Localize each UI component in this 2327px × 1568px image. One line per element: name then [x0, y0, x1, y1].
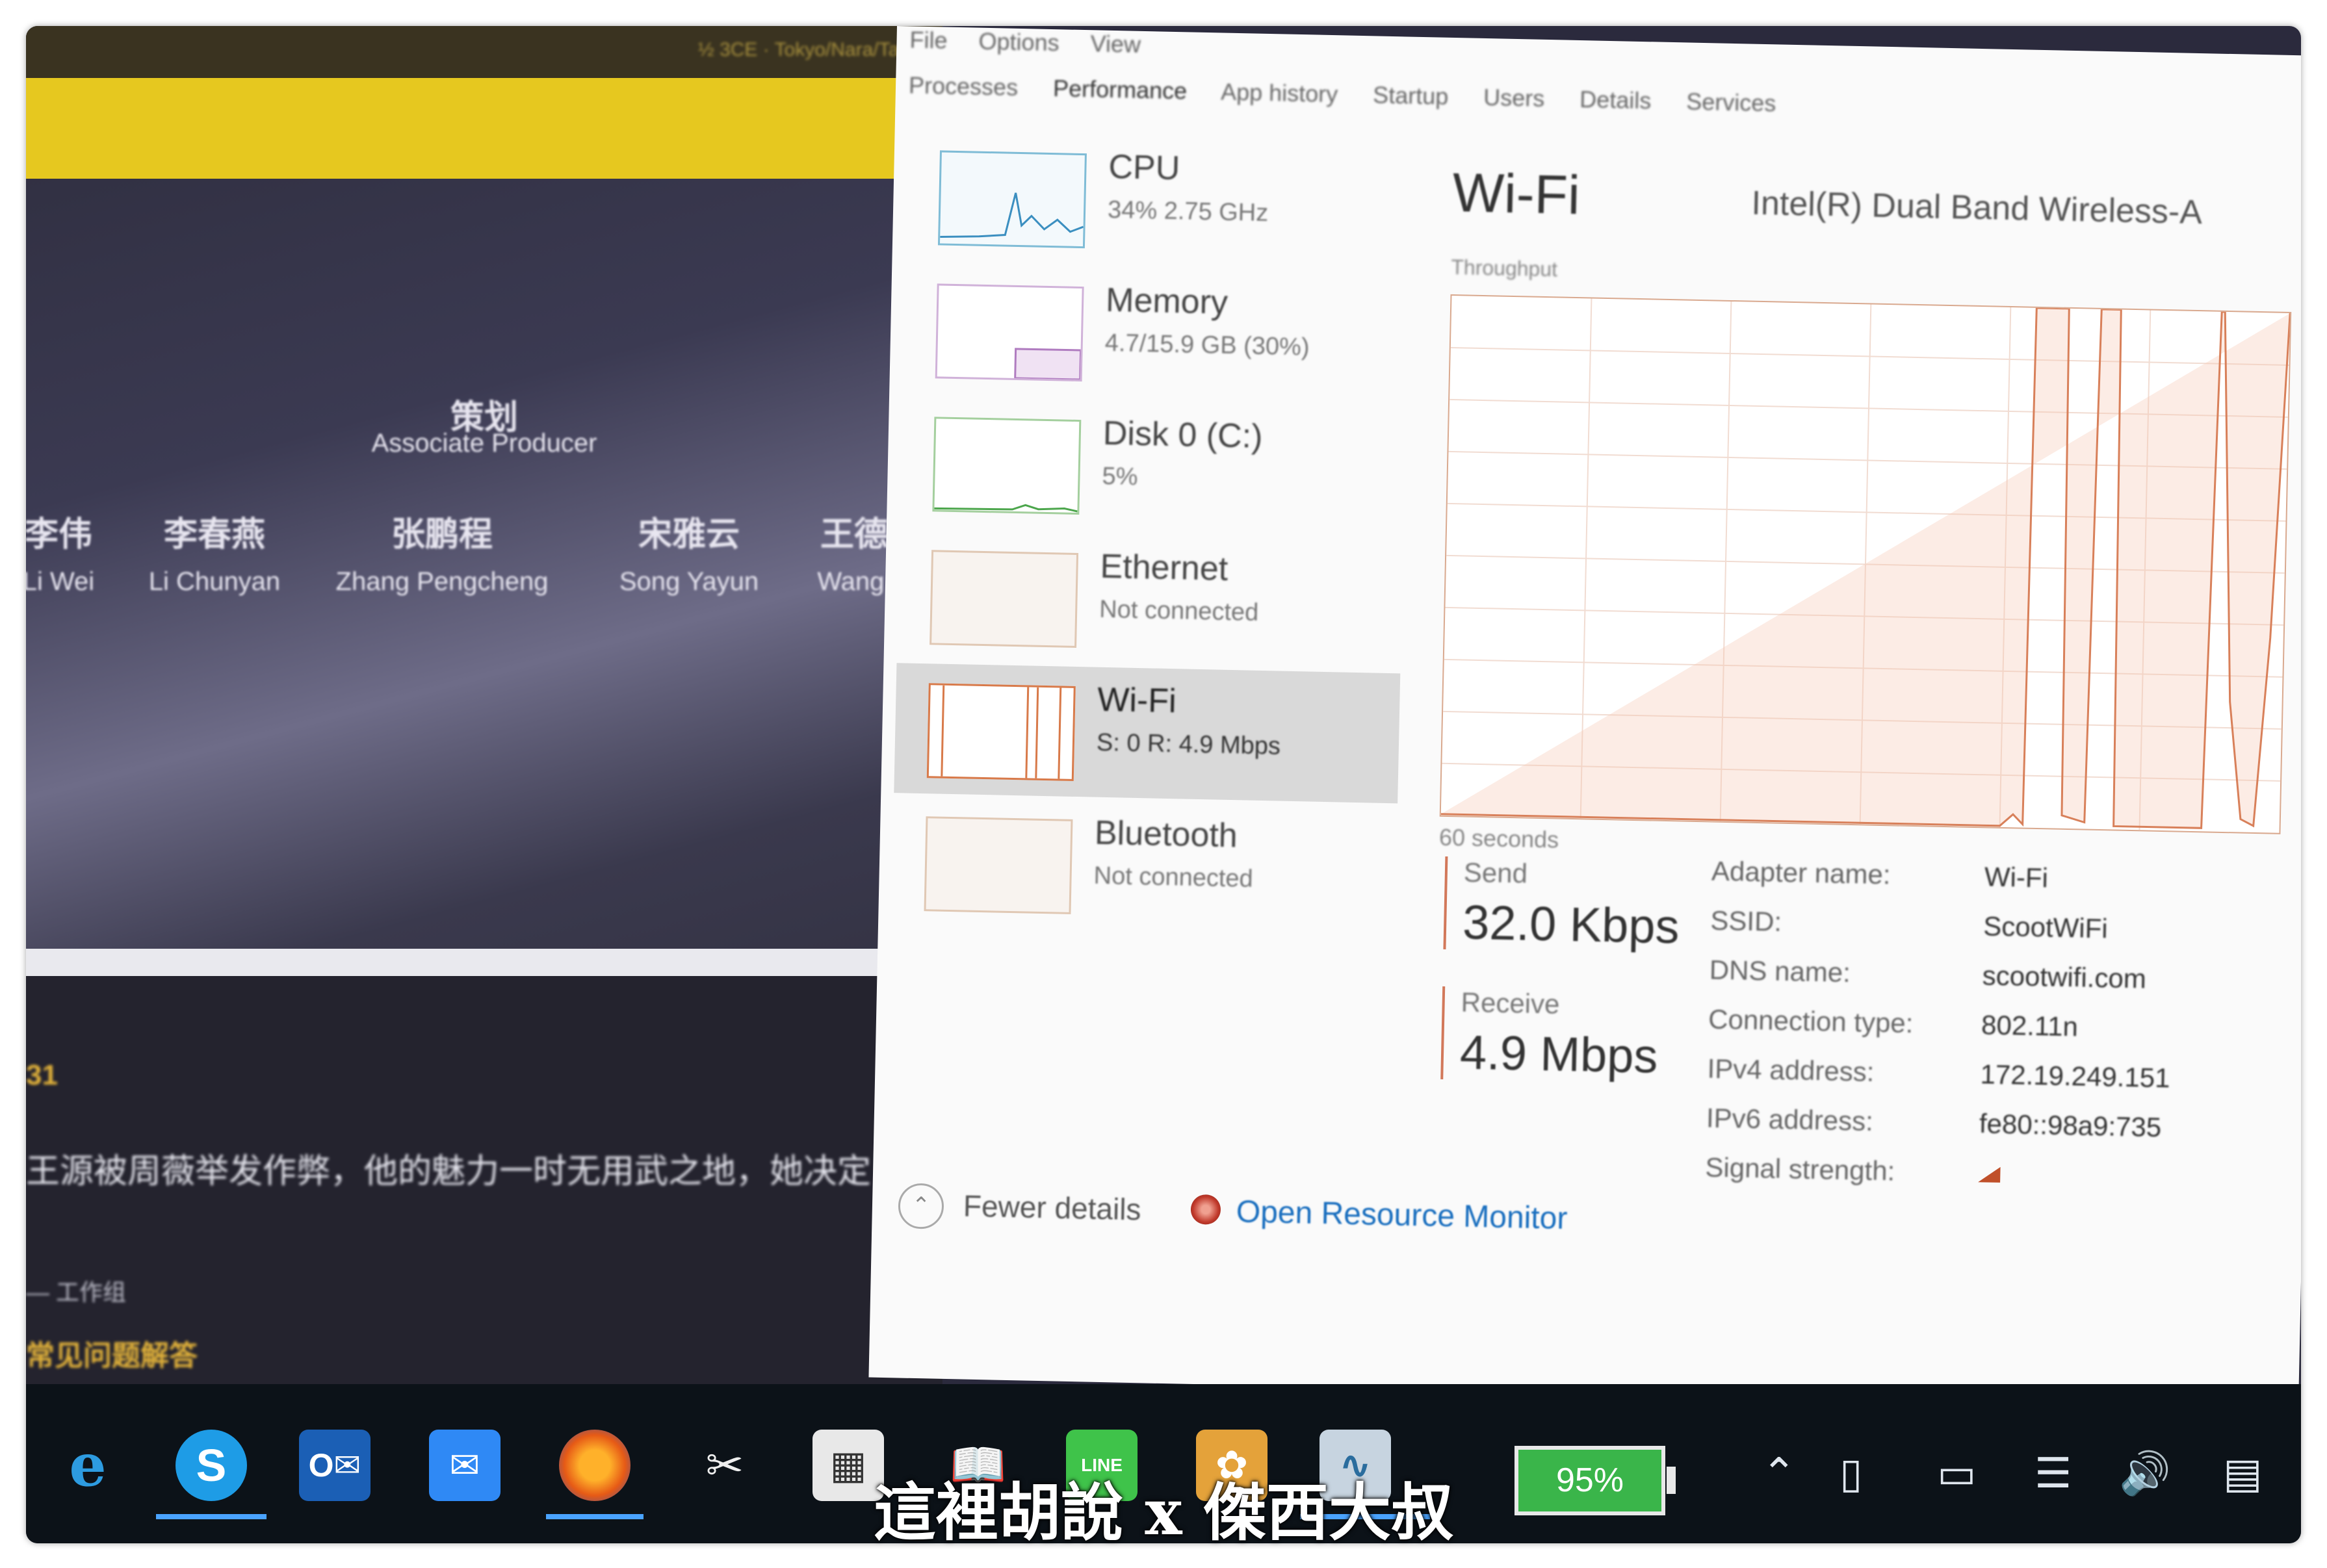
video-banner	[26, 78, 942, 179]
adapter-description: Intel(R) Dual Band Wireless-A	[1750, 184, 2203, 232]
chevron-up-icon[interactable]: ⌃	[898, 1183, 944, 1229]
wifi-mini-graph	[926, 683, 1076, 781]
resource-bluetooth[interactable]: Bluetooth Not connected	[891, 796, 1398, 936]
resource-memory[interactable]: Memory 4.7/15.9 GB (30%)	[902, 263, 1409, 404]
resource-name: Disk 0 (C:)	[1102, 414, 1264, 456]
detail-title: Wi-Fi	[1451, 161, 1581, 226]
tab-services[interactable]: Services	[1686, 88, 1776, 116]
photo-frame: ½ 3CE · Tokyo/Nara/Taipei 策划 Associate P…	[26, 26, 2301, 1543]
memory-mini-graph	[935, 283, 1084, 382]
task-manager-window: File Options View Processes Performance …	[868, 26, 2301, 1407]
receive-value: 4.9 Mbps	[1459, 1025, 1659, 1083]
episode-synopsis: 王源被周薇举发作弊，他的魅力一时无用武之地，她决定	[26, 1153, 872, 1190]
tab-users[interactable]: Users	[1483, 84, 1545, 112]
resource-stat: 4.7/15.9 GB (30%)	[1104, 329, 1310, 361]
tab-processes[interactable]: Processes	[909, 71, 1019, 101]
signal-strength-icon	[1978, 1164, 2005, 1187]
faq-link[interactable]: 常见问题解答	[26, 1332, 198, 1374]
open-resource-monitor-link[interactable]: Open Resource Monitor	[1236, 1194, 1568, 1237]
resource-name: Ethernet	[1100, 547, 1228, 588]
time-axis-label: 60 seconds	[1438, 823, 1559, 853]
episode-number: 31	[26, 1059, 58, 1091]
resource-name: Memory	[1105, 281, 1228, 322]
graph-label: Throughput	[1451, 255, 1558, 281]
send-label: Send	[1463, 856, 1528, 889]
resource-ethernet[interactable]: Ethernet Not connected	[897, 530, 1403, 670]
receive-label: Receive	[1461, 986, 1560, 1020]
disk-mini-graph	[932, 417, 1082, 515]
resource-stat: Not connected	[1098, 595, 1259, 626]
credit-title-en: Associate Producer	[371, 429, 597, 457]
resource-wifi[interactable]: Wi-Fi S: 0 R: 4.9 Mbps	[894, 663, 1401, 804]
resource-cpu[interactable]: CPU 34% 2.75 GHz	[905, 130, 1411, 270]
cpu-mini-graph	[937, 150, 1087, 249]
menu-file[interactable]: File	[909, 26, 948, 53]
wifi-detail-pane: Wi-Fi Intel(R) Dual Band Wireless-A Thro…	[1425, 142, 2301, 1200]
send-value: 32.0 Kbps	[1462, 895, 1680, 954]
credit-names: 李伟 Li Wei 李春燕 Li Chunyan 张鹏程 Zhang Pengchen…	[26, 507, 942, 611]
episode-info: 31 王源被周薇举发作弊，他的魅力一时无用武之地，她决定 — 工作组 常见问题解…	[26, 949, 942, 1391]
watermark: 這裡胡說 x 傑西大叔	[873, 1476, 1454, 1549]
resource-monitor-icon	[1190, 1194, 1221, 1225]
resource-name: Wi-Fi	[1097, 680, 1177, 721]
menu-bar: File Options View	[909, 26, 1166, 70]
credit-name: 宋雅云 Song Yayun	[619, 516, 759, 596]
resource-name: Bluetooth	[1094, 814, 1238, 855]
tab-strip: Processes Performance App history Startu…	[908, 71, 1805, 136]
menu-view[interactable]: View	[1090, 30, 1141, 58]
ethernet-mini-graph	[930, 550, 1079, 648]
video-window: ½ 3CE · Tokyo/Nara/Taipei 策划 Associate P…	[26, 26, 942, 1391]
resource-list: CPU 34% 2.75 GHz Memory 4.7/15.9 GB (30%…	[890, 130, 1411, 985]
throughput-graph	[1439, 294, 2292, 834]
menu-options[interactable]: Options	[978, 28, 1060, 57]
resource-stat: Not connected	[1093, 862, 1254, 893]
adapter-properties: Adapter name: Wi-Fi SSID: ScootWiFi DNS na…	[1704, 856, 2301, 1214]
credit-name: 李春燕 Li Chunyan	[148, 516, 281, 596]
resource-stat: 5%	[1102, 462, 1138, 491]
video-title: ½ 3CE · Tokyo/Nara/Taipei	[697, 39, 930, 60]
video-title-bar: ½ 3CE · Tokyo/Nara/Taipei	[26, 26, 942, 78]
tab-performance[interactable]: Performance	[1053, 75, 1188, 104]
send-stat: Send 32.0 Kbps	[1443, 856, 1681, 955]
resource-disk[interactable]: Disk 0 (C:) 5%	[900, 396, 1406, 537]
fewer-details-button[interactable]: Fewer details	[963, 1189, 1141, 1227]
credit-name: 李伟 Li Wei	[26, 516, 95, 596]
credit-name: 张鹏程 Zhang Pengcheng	[335, 516, 549, 596]
resource-stat: S: 0 R: 4.9 Mbps	[1096, 728, 1281, 760]
divider	[26, 949, 942, 976]
tab-details[interactable]: Details	[1580, 86, 1652, 114]
resource-name: CPU	[1108, 148, 1180, 188]
tab-app-history[interactable]: App history	[1221, 78, 1338, 107]
bluetooth-mini-graph	[924, 816, 1073, 914]
episode-note: — 工作组	[26, 1279, 127, 1305]
resource-stat: 34% 2.75 GHz	[1107, 196, 1269, 227]
receive-stat: Receive 4.9 Mbps	[1440, 986, 1659, 1084]
tab-startup[interactable]: Startup	[1373, 81, 1449, 109]
